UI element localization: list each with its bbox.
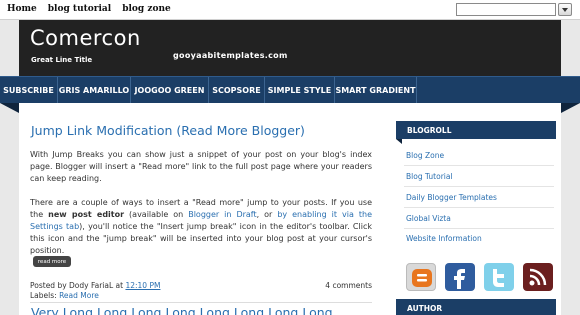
main-nav: SUBSCRIBE GRIS AMARILLO JOOGOO GREEN SCO… xyxy=(0,76,580,104)
nav-item-joogoo-green[interactable]: JOOGOO GREEN xyxy=(131,77,209,104)
main-column: Jump Link Modification (Read More Blogge… xyxy=(19,103,390,315)
search-button[interactable] xyxy=(558,3,572,16)
post-divider xyxy=(30,302,372,303)
sidebar: BLOGROLL Blog Zone Blog Tutorial Daily B… xyxy=(390,103,561,315)
site-tagline: Great Line Title xyxy=(31,56,93,64)
text: , or xyxy=(256,210,278,219)
blogroll-link-daily-blogger-templates[interactable]: Daily Blogger Templates xyxy=(406,193,497,202)
blogroll-link-global-vizta[interactable]: Global Vizta xyxy=(406,214,451,223)
blogroll-link-blog-tutorial[interactable]: Blog Tutorial xyxy=(406,172,453,181)
posted-by: Posted by Dody FariaL at xyxy=(30,281,124,290)
nav-fold-left xyxy=(0,103,19,113)
post-paragraph-2: There are a couple of ways to insert a "… xyxy=(30,197,372,257)
nav-item-subscribe[interactable]: SUBSCRIBE xyxy=(0,77,58,104)
divider xyxy=(404,186,554,187)
facebook-icon[interactable] xyxy=(445,263,475,291)
top-nav-blog-zone[interactable]: blog zone xyxy=(122,4,171,14)
labels-prefix: Labels: xyxy=(30,291,57,300)
blogroll-header: BLOGROLL xyxy=(396,121,556,139)
divider xyxy=(404,207,554,208)
author-header: AUTHOR xyxy=(396,299,556,315)
site-title[interactable]: Comercon xyxy=(30,26,141,50)
nav-item-scopsore[interactable]: SCOPSORE xyxy=(209,77,265,104)
blogroll-fold xyxy=(396,139,402,144)
top-bar: Home blog tutorial blog zone xyxy=(0,0,580,20)
blogroll-link-website-information[interactable]: Website Information xyxy=(406,234,482,243)
nav-item-gris-amarillo[interactable]: GRIS AMARILLO xyxy=(58,77,131,104)
label-link[interactable]: Read More xyxy=(59,291,99,300)
post-body: With Jump Breaks you can show just a sni… xyxy=(30,149,372,269)
rss-icon[interactable] xyxy=(523,263,553,291)
nav-item-simple-style[interactable]: SIMPLE STYLE xyxy=(265,77,335,104)
nav-fold-right xyxy=(561,103,580,113)
search-icon xyxy=(562,7,568,12)
text: ), you'll notice the "Insert jump break"… xyxy=(30,222,372,255)
post-meta: Posted by Dody FariaL at 12:10 PM 4 comm… xyxy=(30,281,372,290)
bold-text: new post editor xyxy=(48,210,125,219)
next-post-title[interactable]: Very Long Long Long Long Long Long Long … xyxy=(31,305,333,315)
post-labels: Labels: Read More xyxy=(30,291,99,300)
top-nav-blog-tutorial[interactable]: blog tutorial xyxy=(48,4,111,14)
top-nav-home[interactable]: Home xyxy=(7,4,37,14)
post-title[interactable]: Jump Link Modification (Read More Blogge… xyxy=(31,123,305,138)
site-header: Comercon Great Line Title gooyaabitempla… xyxy=(19,20,561,76)
post-time-link[interactable]: 12:10 PM xyxy=(125,281,160,290)
divider xyxy=(404,228,554,229)
top-nav: Home blog tutorial blog zone xyxy=(7,4,171,14)
link-blogger-in-draft[interactable]: Blogger in Draft xyxy=(188,210,256,219)
post-paragraph-1: With Jump Breaks you can show just a sni… xyxy=(30,150,372,183)
text: (available on xyxy=(124,210,189,219)
search-input[interactable] xyxy=(456,3,556,16)
divider xyxy=(404,165,554,166)
blogroll-link-blog-zone[interactable]: Blog Zone xyxy=(406,151,444,160)
nav-item-smart-gradient[interactable]: SMART GRADIENT xyxy=(335,77,417,104)
blogger-icon[interactable] xyxy=(406,263,436,291)
content-container: Jump Link Modification (Read More Blogge… xyxy=(19,103,561,315)
header-url: gooyaabitemplates.com xyxy=(173,51,288,60)
twitter-icon[interactable] xyxy=(484,263,514,291)
comments-link[interactable]: 4 comments xyxy=(325,281,372,290)
read-more-button[interactable]: read more xyxy=(33,256,71,267)
